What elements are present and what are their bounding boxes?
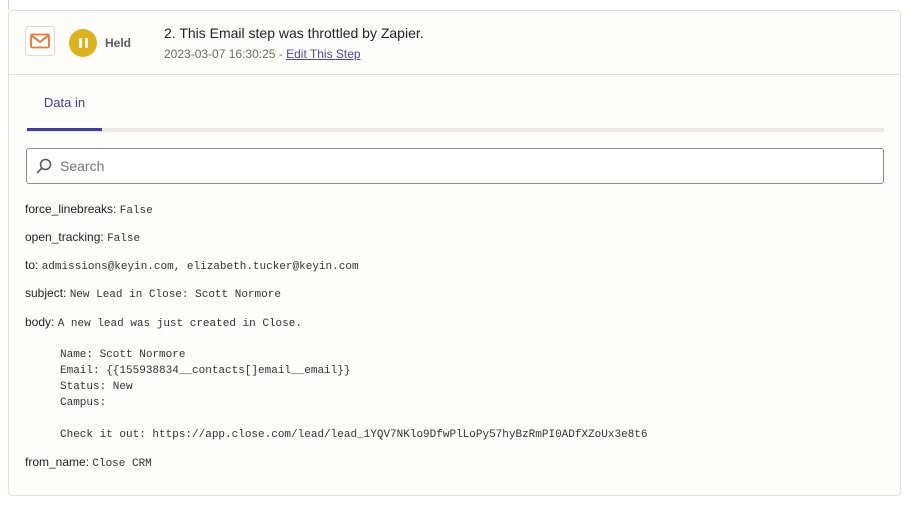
status-label: Held	[105, 36, 132, 50]
field-value: admissions@keyin.com, elizabeth.tucker@k…	[41, 261, 359, 273]
field-to: to: admissions@keyin.com, elizabeth.tuck…	[25, 258, 359, 273]
field-body: body: A new lead was just created in Clo…	[25, 315, 302, 330]
field-key: force_linebreaks:	[25, 202, 117, 216]
field-open-tracking: open_tracking: False	[25, 230, 140, 245]
email-app-icon	[25, 26, 55, 56]
tab-active-indicator	[27, 128, 102, 131]
field-key: from_name:	[25, 455, 90, 469]
field-force-linebreaks: force_linebreaks: False	[25, 202, 153, 217]
pause-icon	[78, 38, 82, 48]
step-title: 2. This Email step was throttled by Zapi…	[164, 25, 424, 41]
search-input[interactable]	[60, 158, 840, 174]
body-line: Check it out: https://app.close.com/lead…	[60, 429, 648, 441]
held-status-icon	[69, 29, 97, 57]
step-meta: 2023-03-07 16:30:25 - Edit This Step	[164, 47, 361, 61]
field-value: False	[107, 233, 141, 245]
field-value: New Lead in Close: Scott Normore	[69, 289, 281, 301]
timeline-connector	[8, 0, 9, 10]
body-line: Status: New	[60, 381, 133, 393]
field-from-name: from_name: Close CRM	[25, 455, 152, 470]
tab-data-in[interactable]: Data in	[27, 85, 102, 130]
meta-separator: -	[275, 47, 287, 61]
body-line: Campus:	[60, 397, 107, 409]
field-value: False	[119, 205, 153, 217]
body-line	[60, 411, 648, 427]
field-key: to:	[25, 258, 39, 272]
edit-step-link[interactable]: Edit This Step	[286, 47, 360, 61]
step-details-card: Held 2. This Email step was throttled by…	[8, 10, 901, 496]
field-subject: subject: New Lead in Close: Scott Normor…	[25, 286, 281, 301]
search-box[interactable]	[26, 148, 884, 184]
field-value: Close CRM	[92, 458, 152, 470]
step-timestamp: 2023-03-07 16:30:25	[164, 47, 276, 61]
field-key: open_tracking:	[25, 230, 104, 244]
body-content: Name: Scott Normore Email: {{155938834__…	[60, 347, 648, 443]
tab-track	[27, 128, 884, 132]
search-icon	[36, 158, 52, 174]
field-key: body:	[25, 315, 55, 329]
field-key: subject:	[25, 286, 67, 300]
body-line: Email: {{155938834__contacts[]email__ema…	[60, 365, 351, 377]
body-line: Name: Scott Normore	[60, 349, 186, 361]
envelope-icon	[30, 33, 50, 49]
field-value: A new lead was just created in Close.	[57, 318, 302, 330]
step-header: Held 2. This Email step was throttled by…	[9, 11, 900, 75]
